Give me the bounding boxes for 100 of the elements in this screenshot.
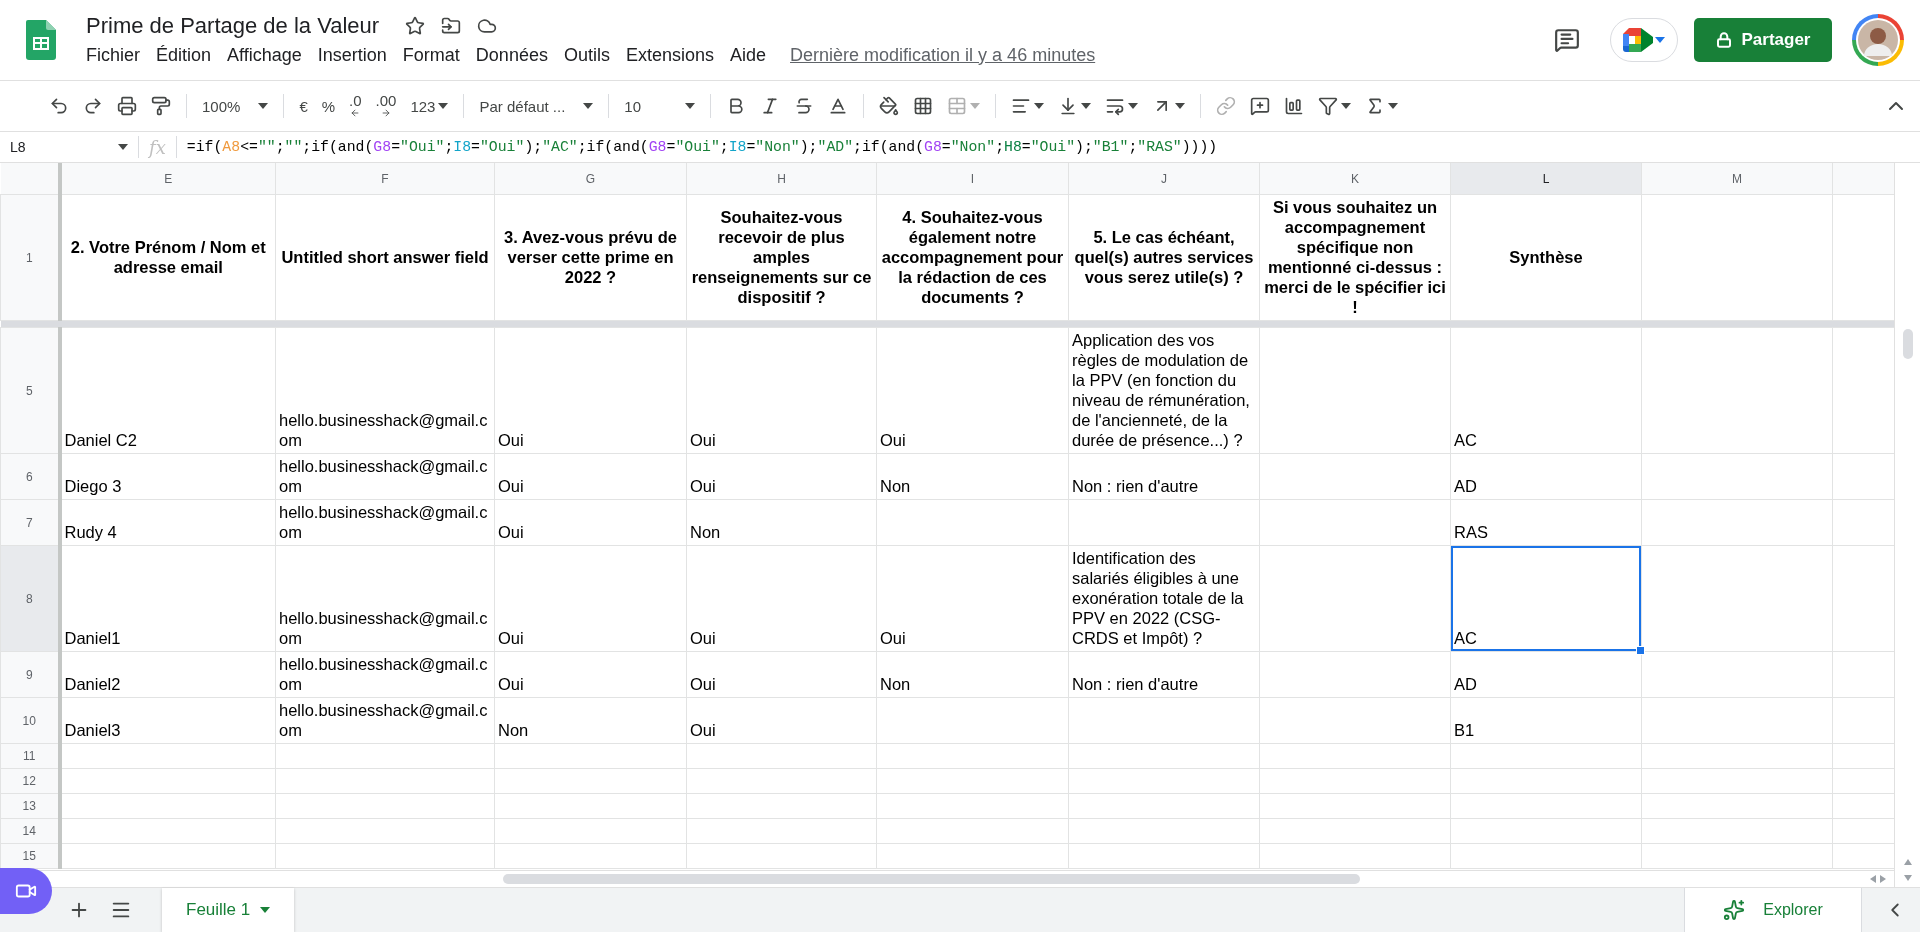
scroll-right-icon[interactable] bbox=[1880, 875, 1886, 883]
row-header[interactable]: 13 bbox=[0, 793, 60, 819]
row-header[interactable]: 10 bbox=[0, 697, 60, 744]
name-box[interactable]: L8 bbox=[0, 139, 128, 155]
borders-icon[interactable] bbox=[913, 96, 934, 116]
scrollbar-thumb[interactable] bbox=[1902, 329, 1913, 359]
table-cell: Non bbox=[876, 651, 1069, 698]
percent-button[interactable]: % bbox=[314, 93, 343, 119]
font-dropdown[interactable]: Par défaut ... bbox=[472, 93, 601, 119]
arrow-left-icon bbox=[350, 108, 361, 118]
scroll-down-icon[interactable] bbox=[1903, 875, 1912, 881]
row-header[interactable]: 12 bbox=[0, 768, 60, 794]
star-icon[interactable] bbox=[405, 15, 426, 36]
caret-icon bbox=[1175, 103, 1186, 109]
menu-item[interactable]: Aide bbox=[722, 42, 775, 68]
avatar[interactable] bbox=[1852, 14, 1904, 66]
table-cell: hello.businesshack@gmail.com bbox=[275, 453, 495, 500]
row-header[interactable]: 6 bbox=[0, 453, 60, 500]
row-header[interactable]: 9 bbox=[0, 651, 60, 698]
table-cell: Oui bbox=[686, 327, 877, 454]
undo-icon[interactable] bbox=[49, 96, 69, 116]
sparkle-icon[interactable] bbox=[1723, 899, 1746, 921]
caret-icon bbox=[1388, 103, 1399, 109]
menu-item[interactable]: Affichage bbox=[219, 42, 310, 68]
table-cell: Non bbox=[686, 499, 877, 546]
menu-item[interactable]: Outils bbox=[555, 42, 618, 68]
print-icon[interactable] bbox=[117, 96, 137, 116]
row-header[interactable]: 15 bbox=[0, 843, 60, 869]
table-cell: Non : rien d'autre bbox=[1068, 453, 1260, 500]
row-header[interactable]: 1 bbox=[0, 194, 60, 321]
scroll-left-icon[interactable] bbox=[1870, 875, 1876, 883]
caret-icon bbox=[1034, 103, 1045, 109]
table-cell: Oui bbox=[876, 545, 1069, 652]
filter-icon[interactable] bbox=[1318, 96, 1339, 116]
column-header[interactable]: E bbox=[59, 163, 276, 195]
row-header[interactable]: 8 bbox=[0, 545, 60, 652]
menu-item[interactable]: Fichier bbox=[78, 42, 148, 68]
column-header[interactable]: F bbox=[275, 163, 495, 195]
zoom-dropdown[interactable]: 100% bbox=[195, 93, 276, 119]
selected-cell: AC bbox=[1450, 545, 1642, 652]
menu-item[interactable]: Édition bbox=[148, 42, 220, 68]
table-cell: Daniel3 bbox=[59, 697, 276, 744]
menu-item[interactable]: Données bbox=[467, 42, 556, 68]
wrap-text-icon[interactable] bbox=[1105, 96, 1126, 116]
scrollbar-thumb[interactable] bbox=[503, 874, 1360, 884]
sheet-tab[interactable]: Feuille 1 bbox=[162, 888, 295, 932]
video-call-button[interactable] bbox=[0, 868, 52, 914]
row-header[interactable]: 11 bbox=[0, 743, 60, 769]
align-left-icon[interactable] bbox=[1011, 96, 1032, 116]
share-button[interactable]: Partager bbox=[1694, 18, 1832, 62]
explore-button[interactable]: Explorer bbox=[1684, 888, 1862, 932]
comments-icon[interactable] bbox=[1554, 27, 1580, 53]
table-cell: Non : rien d'autre bbox=[1068, 651, 1260, 698]
fill-color-icon[interactable] bbox=[879, 96, 900, 116]
column-header[interactable]: K bbox=[1259, 163, 1451, 195]
formula-text[interactable]: =if(A8<="";"";if(and(G8="Oui";I8="Oui");"AC";if(and(G8="Oui";I8="Non");"AD";if(and(G8="Non";H8="Oui");"B1";"RAS")))) bbox=[186, 139, 1218, 155]
menu-item[interactable]: Format bbox=[394, 42, 468, 68]
fx-label: fx bbox=[149, 136, 166, 158]
decrease-decimals-button[interactable]: .0 bbox=[342, 90, 369, 122]
row-header[interactable]: 7 bbox=[0, 499, 60, 546]
row-header[interactable]: 5 bbox=[0, 327, 60, 454]
merge-cells-icon[interactable] bbox=[947, 96, 968, 116]
column-header[interactable]: G bbox=[494, 163, 687, 195]
table-cell: Oui bbox=[686, 545, 877, 652]
row-header[interactable]: 14 bbox=[0, 818, 60, 844]
column-header[interactable]: M bbox=[1641, 163, 1833, 195]
scroll-up-icon[interactable] bbox=[1903, 859, 1912, 865]
table-cell: Non bbox=[494, 697, 687, 744]
table-cell: AC bbox=[1450, 327, 1642, 454]
column-header[interactable]: H bbox=[686, 163, 877, 195]
lock-icon bbox=[1715, 32, 1732, 48]
table-cell: Oui bbox=[686, 453, 877, 500]
paint-format-icon[interactable] bbox=[151, 96, 171, 116]
add-comment-icon[interactable] bbox=[1250, 96, 1271, 116]
redo-icon[interactable] bbox=[83, 96, 103, 116]
caret-icon bbox=[118, 144, 128, 150]
sheets-logo-icon[interactable] bbox=[26, 20, 56, 60]
chart-icon[interactable] bbox=[1284, 96, 1305, 116]
caret-icon bbox=[685, 103, 696, 109]
table-cell: Diego 3 bbox=[59, 453, 276, 500]
last-edit-link[interactable]: Dernière modification il y a 46 minutes bbox=[790, 44, 1096, 66]
menu-item[interactable]: Insertion bbox=[309, 42, 395, 68]
table-cell: hello.businesshack@gmail.com bbox=[275, 499, 495, 546]
fill-handle[interactable] bbox=[1636, 646, 1645, 655]
currency-button[interactable]: € bbox=[292, 93, 315, 119]
column-header[interactable]: J bbox=[1068, 163, 1260, 195]
move-folder-icon[interactable] bbox=[441, 15, 462, 36]
table-cell: Untitled short answer field bbox=[275, 194, 495, 321]
column-header[interactable]: I bbox=[876, 163, 1069, 195]
increase-decimals-button[interactable]: .00 bbox=[368, 90, 404, 122]
column-header[interactable]: L bbox=[1450, 163, 1642, 195]
document-title[interactable]: Prime de Partage de la Valeur bbox=[86, 12, 380, 39]
menu-item[interactable]: Extensions bbox=[617, 42, 722, 68]
caret-icon bbox=[260, 907, 271, 913]
font-size-dropdown[interactable]: 10 bbox=[617, 93, 703, 119]
number-format-dropdown[interactable]: 123 bbox=[403, 93, 456, 119]
caret-icon bbox=[1341, 103, 1352, 109]
video-camera-icon[interactable] bbox=[1623, 28, 1653, 52]
table-cell: hello.businesshack@gmail.com bbox=[275, 651, 495, 698]
table-cell: hello.businesshack@gmail.com bbox=[275, 697, 495, 744]
